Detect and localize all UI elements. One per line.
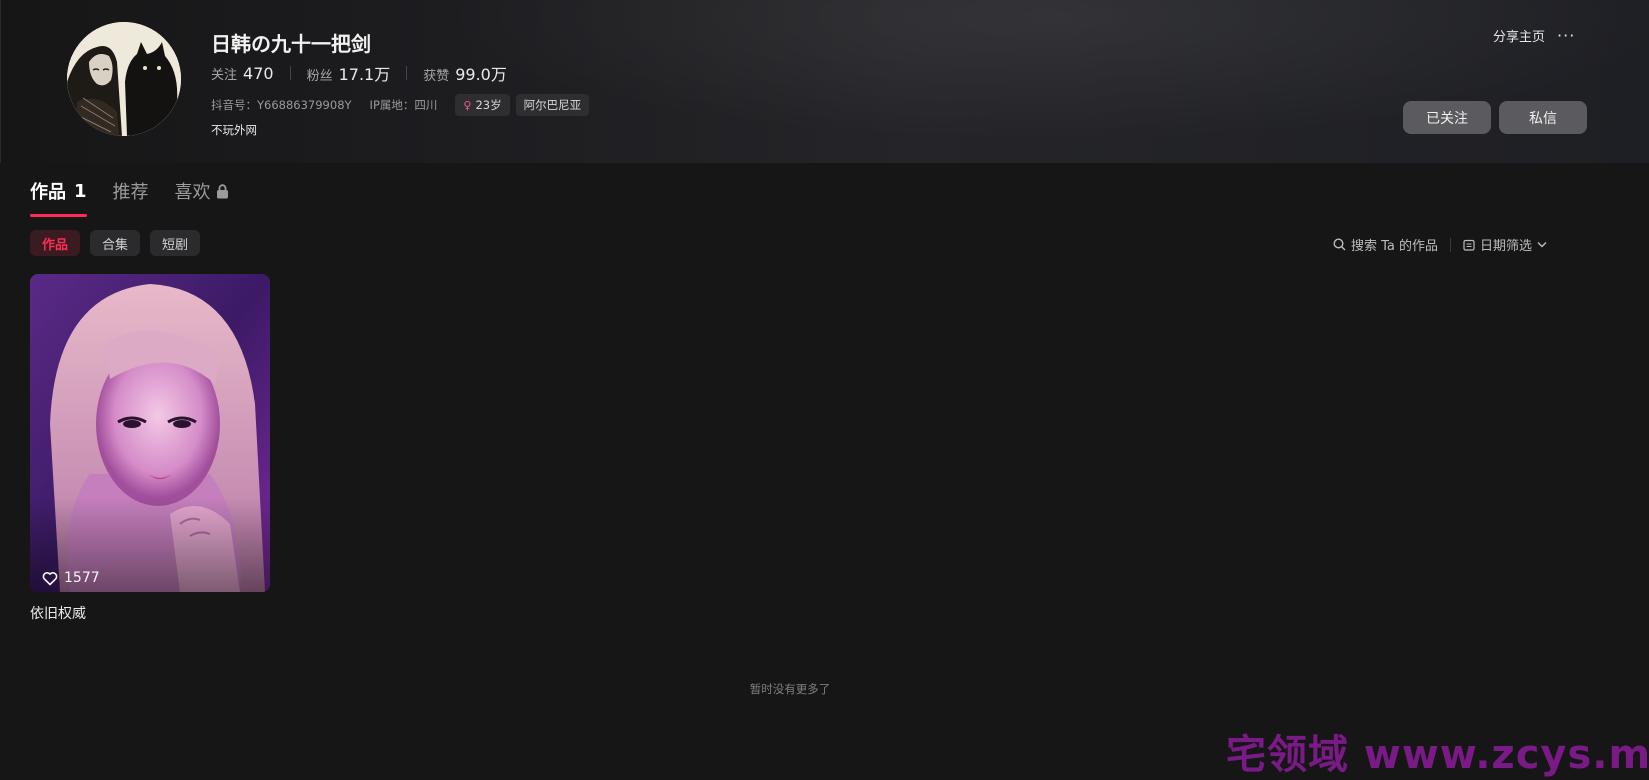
profile-meta: 抖音号：Y66886379908Y IP属地：四川 ♀ 23岁 阿尔巴尼亚 [211, 94, 595, 116]
chip-short-drama[interactable]: 短剧 [150, 230, 201, 256]
likes-stat: 获赞 99.0万 [423, 61, 507, 85]
age-tag: ♀ 23岁 [455, 94, 510, 116]
search-works-button[interactable]: 搜索 Ta 的作品 [1333, 235, 1438, 254]
following-label: 关注 [211, 67, 238, 83]
profile-header: 日韩の九十一把剑 关注 470 粉丝 17.1万 获赞 99.0万 抖音号：Y6… [0, 0, 1649, 163]
followed-button[interactable]: 已关注 [1403, 101, 1491, 134]
tab-works-count: 1 [74, 180, 87, 202]
watermark: 宅领域 www.zcys.me [1226, 732, 1649, 778]
works-tools: 搜索 Ta 的作品 日期筛选 [1333, 235, 1552, 254]
tab-recommend[interactable]: 推荐 [113, 178, 149, 204]
avatar-image [67, 22, 181, 136]
following-stat[interactable]: 关注 470 [211, 64, 274, 83]
calendar-icon [1463, 239, 1475, 251]
more-icon[interactable]: ··· [1557, 27, 1575, 43]
followers-stat[interactable]: 粉丝 17.1万 [307, 61, 391, 85]
ip-location: IP属地：四川 [369, 98, 438, 112]
heart-icon [42, 571, 58, 585]
search-works-label: 搜索 Ta 的作品 [1351, 239, 1439, 254]
profile-bio: 不玩外网 [211, 123, 257, 137]
stat-divider [289, 66, 291, 80]
message-button[interactable]: 私信 [1499, 101, 1587, 134]
video-card[interactable] [30, 274, 270, 592]
tab-works[interactable]: 作品 1 [30, 178, 87, 217]
lock-icon [216, 183, 228, 198]
profile-stats: 关注 470 粉丝 17.1万 获赞 99.0万 [211, 61, 507, 85]
date-filter-button[interactable]: 日期筛选 [1463, 235, 1552, 254]
age-tag-label: 23岁 [475, 98, 502, 112]
no-more-text: 暂时没有更多了 [749, 682, 831, 696]
search-icon [1333, 238, 1346, 251]
tab-likes[interactable]: 喜欢 [175, 178, 229, 204]
tab-works-label: 作品 [30, 182, 66, 203]
video-likes-count: 1577 [64, 570, 100, 586]
followers-count: 17.1万 [338, 65, 391, 84]
followers-label: 粉丝 [306, 69, 333, 84]
chip-collections[interactable]: 合集 [90, 230, 141, 256]
profile-tabs: 作品 1 推荐 喜欢 [30, 178, 255, 217]
female-icon: ♀ [463, 98, 472, 112]
share-label: 分享主页 [1493, 30, 1546, 45]
date-filter-label: 日期筛选 [1480, 239, 1533, 254]
video-likes: 1577 [42, 570, 100, 586]
likes-label: 获赞 [423, 69, 450, 84]
tab-recommend-label: 推荐 [112, 182, 149, 203]
likes-count: 99.0万 [455, 65, 507, 84]
avatar[interactable] [67, 22, 181, 136]
profile-name: 日韩の九十一把剑 [211, 32, 371, 56]
video-thumbnail [30, 274, 270, 592]
stat-divider [406, 66, 408, 80]
chip-works[interactable]: 作品 [30, 230, 81, 256]
following-count: 470 [243, 63, 274, 83]
chevron-down-icon [1537, 242, 1547, 248]
region-tag: 阿尔巴尼亚 [515, 94, 590, 116]
tool-divider [1450, 237, 1452, 252]
filter-chips: 作品 合集 短剧 [30, 230, 210, 256]
douyin-id: 抖音号：Y66886379908Y [211, 98, 352, 112]
tab-likes-label: 喜欢 [174, 182, 211, 203]
share-button[interactable]: 分享主页 ··· [1493, 26, 1575, 45]
video-title[interactable]: 依旧权威 [30, 603, 86, 623]
